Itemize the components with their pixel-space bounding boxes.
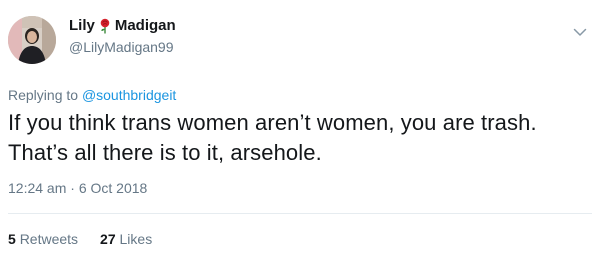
tweet-card: Lily Madigan @LilyMadigan99 Replying to … — [0, 0, 600, 257]
tweet-text-line: If you think trans women aren’t women, y… — [8, 110, 537, 135]
tweet-stats: 5 Retweets 27 Likes — [8, 231, 152, 247]
chevron-down-icon[interactable] — [572, 24, 588, 40]
display-name-first: Lily — [69, 17, 95, 34]
tweet-text: If you think trans women aren’t women, y… — [8, 108, 588, 168]
timestamp[interactable]: 12:24 am · 6 Oct 2018 — [8, 180, 147, 196]
avatar[interactable] — [8, 16, 56, 64]
retweets-stat[interactable]: 5 Retweets — [8, 231, 78, 247]
retweets-label: Retweets — [19, 231, 79, 247]
divider — [8, 213, 592, 214]
rose-icon — [98, 18, 112, 34]
display-name[interactable]: Lily Madigan — [69, 17, 176, 34]
user-handle[interactable]: @LilyMadigan99 — [69, 39, 174, 55]
likes-count: 27 — [100, 231, 116, 247]
avatar-image — [8, 16, 56, 64]
tweet-text-line: That’s all there is to it, arsehole. — [8, 140, 322, 165]
replying-to-link[interactable]: @southbridgeit — [82, 87, 176, 103]
likes-stat[interactable]: 27 Likes — [100, 231, 152, 247]
retweets-count: 5 — [8, 231, 16, 247]
replying-to-label: Replying to — [8, 87, 79, 103]
replying-to-line: Replying to @southbridgeit — [8, 87, 176, 103]
likes-label: Likes — [119, 231, 153, 247]
display-name-last: Madigan — [114, 17, 176, 34]
